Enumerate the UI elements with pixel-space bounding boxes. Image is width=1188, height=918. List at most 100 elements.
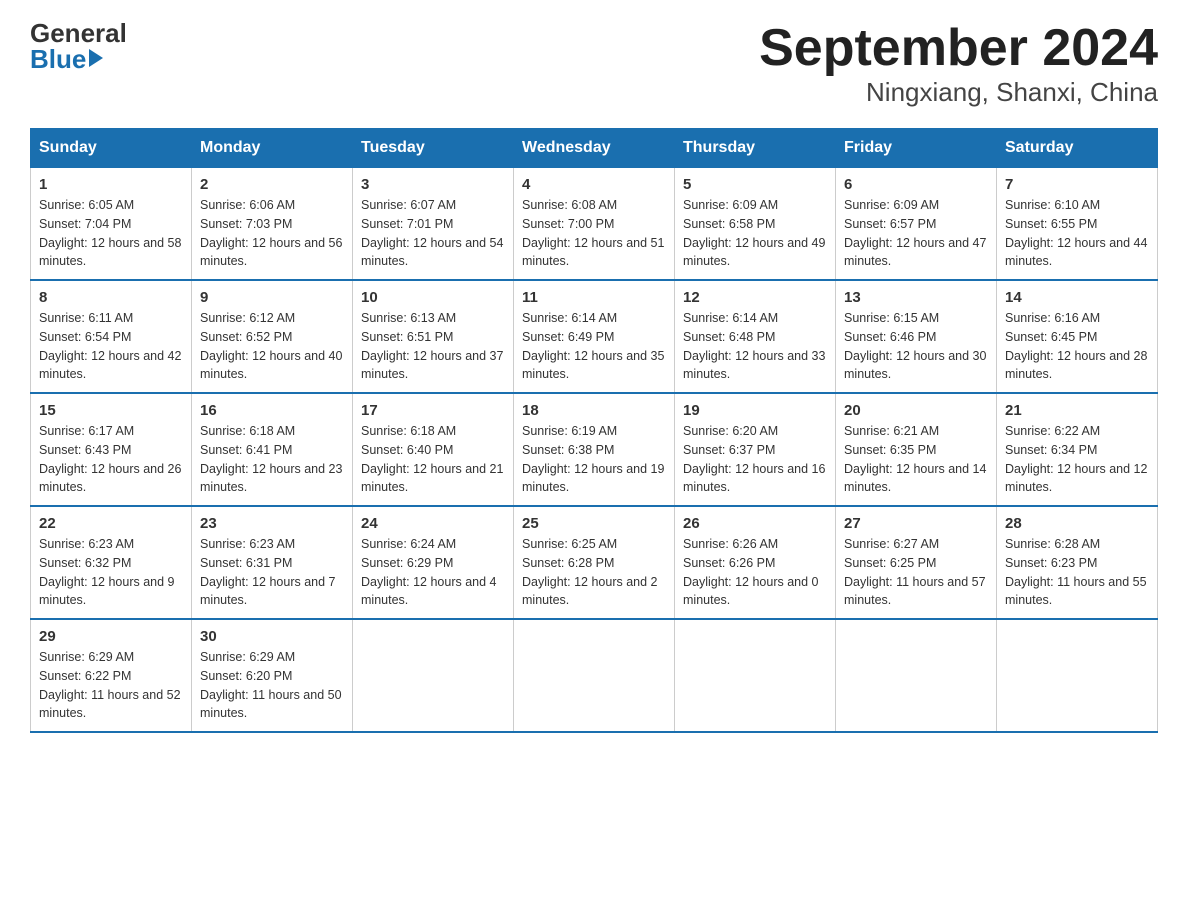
day-number: 9 — [200, 289, 344, 306]
col-header-tuesday: Tuesday — [353, 129, 514, 168]
day-number: 26 — [683, 515, 827, 532]
day-number: 5 — [683, 176, 827, 193]
day-number: 17 — [361, 402, 505, 419]
week-row-4: 22Sunrise: 6:23 AMSunset: 6:32 PMDayligh… — [31, 506, 1158, 619]
day-number: 4 — [522, 176, 666, 193]
logo: General Blue — [30, 20, 127, 72]
day-info: Sunrise: 6:15 AMSunset: 6:46 PMDaylight:… — [844, 309, 988, 384]
day-number: 19 — [683, 402, 827, 419]
day-cell: 18 Sunrise: 6:19 AMSunset: 6:38 PMDayligh… — [514, 393, 675, 506]
day-info: Sunrise: 6:27 AMSunset: 6:25 PMDaylight:… — [844, 535, 988, 610]
day-number: 2 — [200, 176, 344, 193]
day-info: Sunrise: 6:08 AMSunset: 7:00 PMDaylight:… — [522, 196, 666, 271]
day-cell: 21 Sunrise: 6:22 AMSunset: 6:34 PMDayligh… — [997, 393, 1158, 506]
day-cell: 29Sunrise: 6:29 AMSunset: 6:22 PMDayligh… — [31, 619, 192, 732]
day-info: Sunrise: 6:25 AMSunset: 6:28 PMDaylight:… — [522, 535, 666, 610]
day-cell: 23 Sunrise: 6:23 AMSunset: 6:31 PMDayligh… — [192, 506, 353, 619]
day-info: Sunrise: 6:19 AMSunset: 6:38 PMDaylight:… — [522, 422, 666, 497]
day-info: Sunrise: 6:11 AMSunset: 6:54 PMDaylight:… — [39, 309, 183, 384]
day-info: Sunrise: 6:16 AMSunset: 6:45 PMDaylight:… — [1005, 309, 1149, 384]
day-cell: 22Sunrise: 6:23 AMSunset: 6:32 PMDayligh… — [31, 506, 192, 619]
day-number: 15 — [39, 402, 183, 419]
day-info: Sunrise: 6:12 AMSunset: 6:52 PMDaylight:… — [200, 309, 344, 384]
day-cell: 17 Sunrise: 6:18 AMSunset: 6:40 PMDayligh… — [353, 393, 514, 506]
day-cell: 16Sunrise: 6:18 AMSunset: 6:41 PMDayligh… — [192, 393, 353, 506]
day-info: Sunrise: 6:18 AMSunset: 6:41 PMDaylight:… — [200, 422, 344, 497]
day-number: 8 — [39, 289, 183, 306]
week-row-1: 1Sunrise: 6:05 AMSunset: 7:04 PMDaylight… — [31, 168, 1158, 281]
day-cell: 12 Sunrise: 6:14 AMSunset: 6:48 PMDayligh… — [675, 280, 836, 393]
day-cell: 20Sunrise: 6:21 AMSunset: 6:35 PMDayligh… — [836, 393, 997, 506]
day-cell: 15 Sunrise: 6:17 AMSunset: 6:43 PMDayligh… — [31, 393, 192, 506]
day-info: Sunrise: 6:10 AMSunset: 6:55 PMDaylight:… — [1005, 196, 1149, 271]
logo-blue-text: Blue — [30, 46, 86, 72]
day-info: Sunrise: 6:23 AMSunset: 6:31 PMDaylight:… — [200, 535, 344, 610]
day-info: Sunrise: 6:14 AMSunset: 6:48 PMDaylight:… — [683, 309, 827, 384]
day-cell: 7 Sunrise: 6:10 AMSunset: 6:55 PMDaylight… — [997, 168, 1158, 281]
day-info: Sunrise: 6:28 AMSunset: 6:23 PMDaylight:… — [1005, 535, 1149, 610]
logo-arrow-icon — [89, 49, 103, 67]
day-number: 11 — [522, 289, 666, 306]
day-number: 24 — [361, 515, 505, 532]
day-number: 27 — [844, 515, 988, 532]
day-number: 23 — [200, 515, 344, 532]
day-cell: 25 Sunrise: 6:25 AMSunset: 6:28 PMDayligh… — [514, 506, 675, 619]
day-number: 20 — [844, 402, 988, 419]
day-cell: 30 Sunrise: 6:29 AMSunset: 6:20 PMDayligh… — [192, 619, 353, 732]
day-number: 28 — [1005, 515, 1149, 532]
day-cell — [836, 619, 997, 732]
day-number: 12 — [683, 289, 827, 306]
day-number: 13 — [844, 289, 988, 306]
day-cell: 13 Sunrise: 6:15 AMSunset: 6:46 PMDayligh… — [836, 280, 997, 393]
day-info: Sunrise: 6:26 AMSunset: 6:26 PMDaylight:… — [683, 535, 827, 610]
col-header-wednesday: Wednesday — [514, 129, 675, 168]
day-cell: 11Sunrise: 6:14 AMSunset: 6:49 PMDayligh… — [514, 280, 675, 393]
week-row-5: 29Sunrise: 6:29 AMSunset: 6:22 PMDayligh… — [31, 619, 1158, 732]
day-info: Sunrise: 6:18 AMSunset: 6:40 PMDaylight:… — [361, 422, 505, 497]
day-info: Sunrise: 6:17 AMSunset: 6:43 PMDaylight:… — [39, 422, 183, 497]
day-cell: 9 Sunrise: 6:12 AMSunset: 6:52 PMDaylight… — [192, 280, 353, 393]
day-number: 30 — [200, 628, 344, 645]
day-cell: 1Sunrise: 6:05 AMSunset: 7:04 PMDaylight… — [31, 168, 192, 281]
day-number: 1 — [39, 176, 183, 193]
day-number: 21 — [1005, 402, 1149, 419]
day-info: Sunrise: 6:29 AMSunset: 6:20 PMDaylight:… — [200, 648, 344, 723]
day-number: 25 — [522, 515, 666, 532]
day-number: 22 — [39, 515, 183, 532]
day-cell: 19 Sunrise: 6:20 AMSunset: 6:37 PMDayligh… — [675, 393, 836, 506]
col-header-friday: Friday — [836, 129, 997, 168]
day-info: Sunrise: 6:07 AMSunset: 7:01 PMDaylight:… — [361, 196, 505, 271]
day-info: Sunrise: 6:09 AMSunset: 6:58 PMDaylight:… — [683, 196, 827, 271]
day-number: 10 — [361, 289, 505, 306]
day-cell: 28 Sunrise: 6:28 AMSunset: 6:23 PMDayligh… — [997, 506, 1158, 619]
day-number: 6 — [844, 176, 988, 193]
day-info: Sunrise: 6:29 AMSunset: 6:22 PMDaylight:… — [39, 648, 183, 723]
col-header-monday: Monday — [192, 129, 353, 168]
logo-general-text: General — [30, 20, 127, 46]
day-cell — [997, 619, 1158, 732]
day-info: Sunrise: 6:06 AMSunset: 7:03 PMDaylight:… — [200, 196, 344, 271]
day-cell: 3Sunrise: 6:07 AMSunset: 7:01 PMDaylight… — [353, 168, 514, 281]
day-number: 18 — [522, 402, 666, 419]
day-cell: 5 Sunrise: 6:09 AMSunset: 6:58 PMDaylight… — [675, 168, 836, 281]
day-number: 14 — [1005, 289, 1149, 306]
col-header-saturday: Saturday — [997, 129, 1158, 168]
day-info: Sunrise: 6:22 AMSunset: 6:34 PMDaylight:… — [1005, 422, 1149, 497]
day-cell: 27 Sunrise: 6:27 AMSunset: 6:25 PMDayligh… — [836, 506, 997, 619]
calendar-table: SundayMondayTuesdayWednesdayThursdayFrid… — [30, 128, 1158, 733]
day-cell: 26 Sunrise: 6:26 AMSunset: 6:26 PMDayligh… — [675, 506, 836, 619]
day-cell: 24Sunrise: 6:24 AMSunset: 6:29 PMDayligh… — [353, 506, 514, 619]
day-cell: 8 Sunrise: 6:11 AMSunset: 6:54 PMDaylight… — [31, 280, 192, 393]
day-cell — [514, 619, 675, 732]
calendar-location: Ningxiang, Shanxi, China — [759, 77, 1158, 108]
day-info: Sunrise: 6:09 AMSunset: 6:57 PMDaylight:… — [844, 196, 988, 271]
col-header-sunday: Sunday — [31, 129, 192, 168]
day-cell — [353, 619, 514, 732]
day-cell: 10Sunrise: 6:13 AMSunset: 6:51 PMDayligh… — [353, 280, 514, 393]
day-cell: 2 Sunrise: 6:06 AMSunset: 7:03 PMDaylight… — [192, 168, 353, 281]
day-cell: 14 Sunrise: 6:16 AMSunset: 6:45 PMDayligh… — [997, 280, 1158, 393]
day-number: 7 — [1005, 176, 1149, 193]
day-info: Sunrise: 6:20 AMSunset: 6:37 PMDaylight:… — [683, 422, 827, 497]
week-row-3: 15 Sunrise: 6:17 AMSunset: 6:43 PMDayligh… — [31, 393, 1158, 506]
page-header: General Blue September 2024 Ningxiang, S… — [30, 20, 1158, 108]
